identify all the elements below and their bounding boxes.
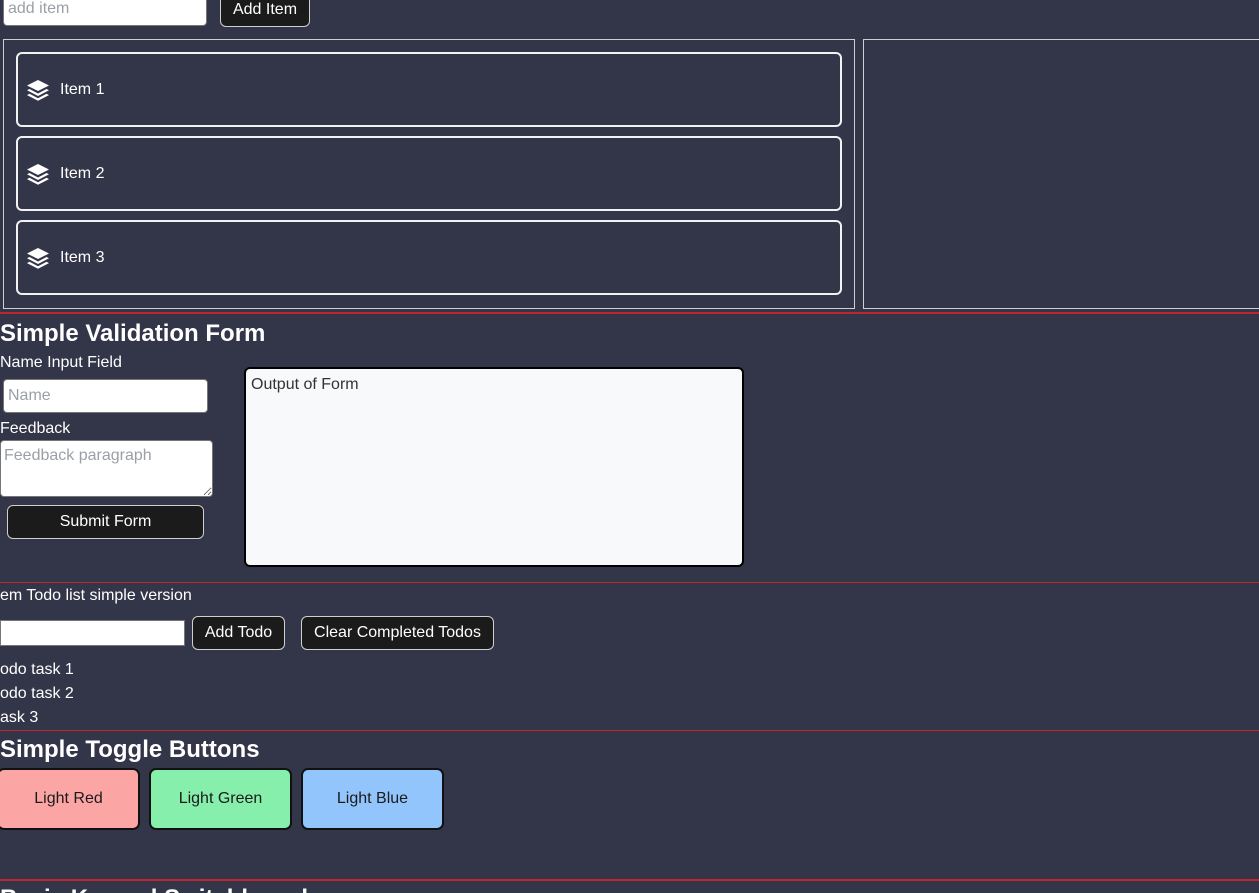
todo-item[interactable]: odo task 1 <box>0 661 74 679</box>
list-item-label: Item 1 <box>60 80 105 98</box>
todo-item[interactable]: ask 3 <box>0 709 38 727</box>
clear-completed-button[interactable]: Clear Completed Todos <box>301 616 494 650</box>
list-item-label: Item 2 <box>60 164 105 182</box>
form-output: Output of Form <box>244 367 744 567</box>
layers-icon <box>26 78 50 102</box>
add-item-input[interactable] <box>3 0 207 26</box>
section-divider <box>0 730 1259 731</box>
list-item[interactable]: Item 1 <box>16 52 842 127</box>
list-item[interactable]: Item 3 <box>16 220 842 295</box>
submit-form-button[interactable]: Submit Form <box>7 505 204 539</box>
feedback-textarea[interactable] <box>0 440 213 497</box>
layers-icon <box>26 246 50 270</box>
section-divider <box>0 879 1259 881</box>
name-input[interactable] <box>3 379 208 413</box>
feedback-label: Feedback <box>0 420 71 437</box>
todo-title: em Todo list simple version <box>0 587 192 604</box>
list-item[interactable]: Item 2 <box>16 136 842 211</box>
keypad-section-title: Basic Keypad Switchboard <box>0 885 308 893</box>
toggle-light-red-button[interactable]: Light Red <box>0 768 140 830</box>
name-field-label: Name Input Field <box>0 354 122 371</box>
add-item-button[interactable]: Add Item <box>220 0 310 27</box>
toggle-light-blue-button[interactable]: Light Blue <box>301 768 444 830</box>
item-list-panel: Item 1 Item 2 Item 3 <box>3 39 855 309</box>
add-todo-button[interactable]: Add Todo <box>192 616 285 650</box>
list-item-label: Item 3 <box>60 248 105 266</box>
toggle-buttons-title: Simple Toggle Buttons <box>0 736 260 763</box>
section-divider <box>0 312 1259 314</box>
section-divider <box>0 582 1259 583</box>
todo-input[interactable] <box>0 620 185 646</box>
todo-item[interactable]: odo task 2 <box>0 685 74 703</box>
toggle-light-green-button[interactable]: Light Green <box>149 768 292 830</box>
item-detail-panel <box>863 39 1259 309</box>
layers-icon <box>26 162 50 186</box>
validation-form-title: Simple Validation Form <box>0 320 266 347</box>
